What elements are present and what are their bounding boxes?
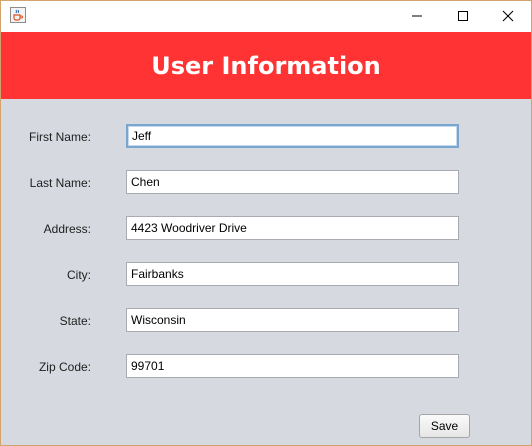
java-cup-icon[interactable]: [10, 7, 26, 23]
app-window: User Information First Name: Last Name: …: [0, 0, 532, 446]
save-button[interactable]: Save: [419, 414, 470, 438]
header-banner: User Information: [1, 32, 531, 99]
last-name-field[interactable]: [126, 170, 459, 194]
minimize-button[interactable]: [394, 1, 440, 31]
close-icon: [502, 10, 514, 22]
state-field[interactable]: [126, 308, 459, 332]
city-label: City:: [67, 268, 91, 282]
address-field[interactable]: [126, 216, 459, 240]
state-label: State:: [59, 314, 91, 328]
last-name-label: Last Name:: [29, 176, 91, 190]
title-bar[interactable]: [1, 1, 531, 32]
first-name-label: First Name:: [28, 130, 91, 144]
page-title: User Information: [151, 51, 381, 80]
close-button[interactable]: [485, 1, 531, 31]
address-label: Address:: [43, 222, 91, 236]
maximize-button[interactable]: [440, 1, 486, 31]
maximize-icon: [458, 11, 468, 21]
zip-code-label: Zip Code:: [38, 360, 91, 374]
first-name-field[interactable]: [126, 124, 459, 148]
city-field[interactable]: [126, 262, 459, 286]
zip-code-field[interactable]: [126, 354, 459, 378]
minimize-icon: [412, 15, 422, 17]
